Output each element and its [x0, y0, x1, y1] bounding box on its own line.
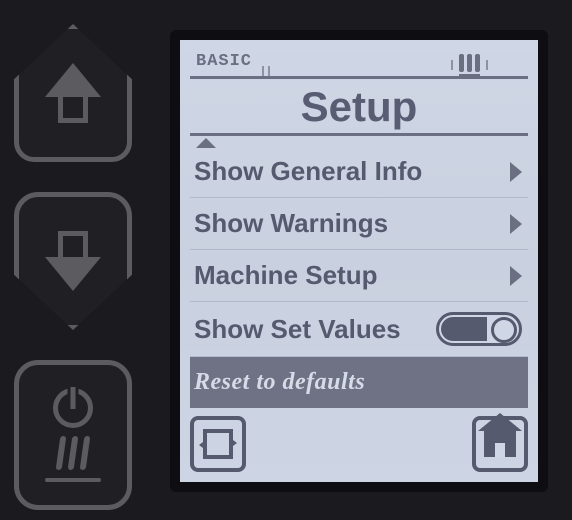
arrow-down-stem [58, 231, 88, 257]
toggle-knob [491, 317, 517, 343]
home-icon [484, 431, 516, 457]
menu-item-machine-setup[interactable]: Machine Setup [190, 250, 528, 302]
page-title: Setup [190, 79, 528, 136]
heat-icon [58, 436, 88, 470]
cycle-icon [203, 429, 233, 459]
footer-bar [190, 408, 528, 472]
arrow-up-stem [58, 97, 88, 123]
setup-menu: Show General Info Show Warnings Machine … [190, 146, 528, 408]
menu-item-label: Show Warnings [194, 208, 388, 239]
chevron-right-icon [510, 266, 522, 286]
hw-power-heat-button[interactable] [14, 360, 132, 510]
menu-item-label: Show Set Values [194, 314, 401, 345]
menu-item-warnings[interactable]: Show Warnings [190, 198, 528, 250]
menu-item-reset-defaults[interactable]: Reset to defaults [190, 357, 528, 408]
menu-item-label: Show General Info [194, 156, 422, 187]
tab-heat-icon[interactable] [459, 54, 480, 76]
cycle-button[interactable] [190, 416, 246, 472]
chevron-right-icon [510, 162, 522, 182]
show-set-values-toggle[interactable] [436, 312, 522, 346]
menu-item-label: Machine Setup [194, 260, 377, 291]
hw-up-button[interactable] [14, 24, 132, 162]
chevron-right-icon [510, 214, 522, 234]
home-button[interactable] [472, 416, 528, 472]
hw-down-button[interactable] [14, 192, 132, 330]
menu-item-general-info[interactable]: Show General Info [190, 146, 528, 198]
lcd-screen: BASIC Setup Show General Info Show Warni… [170, 30, 548, 492]
power-icon [53, 388, 93, 428]
tab-basic[interactable]: BASIC [190, 50, 258, 76]
arrow-down-icon [45, 257, 101, 291]
tab-bar: BASIC [190, 48, 528, 79]
menu-item-show-set-values[interactable]: Show Set Values [190, 302, 528, 357]
arrow-up-icon [45, 63, 101, 97]
menu-item-label: Reset to defaults [194, 369, 365, 396]
